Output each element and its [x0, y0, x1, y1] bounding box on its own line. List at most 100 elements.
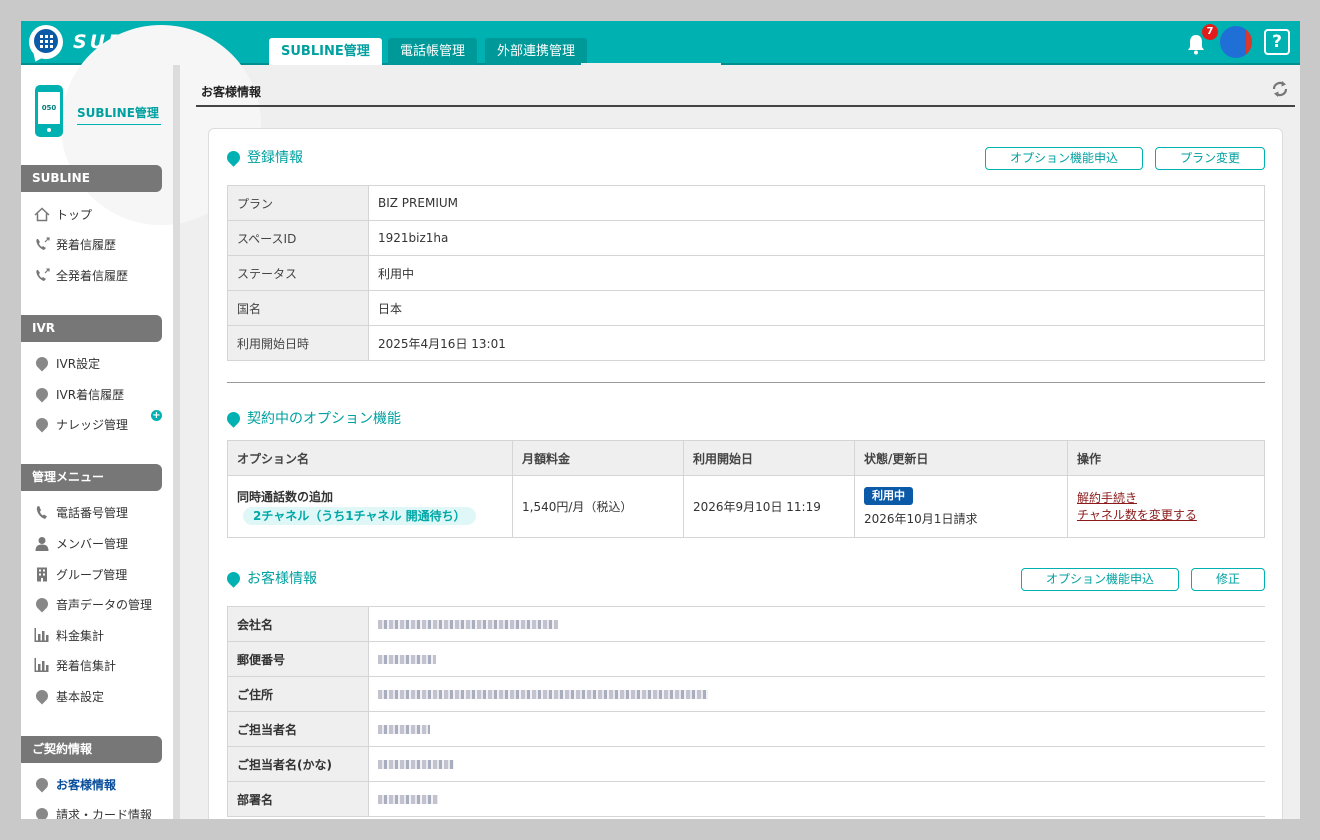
phone-icon — [33, 504, 50, 520]
table-row: ステータス 利用中 — [227, 255, 1265, 291]
person-icon — [33, 535, 50, 551]
plan-change-button[interactable]: プラン変更 — [1155, 147, 1265, 170]
sidebar-item-label: 請求・カード情報 — [56, 807, 153, 820]
option-name-cell: 同時通話数の追加 2チャネル（うち1チャネル 開通待ち） — [227, 475, 513, 538]
row-label: 郵便番号 — [227, 641, 369, 677]
speech-dot-icon — [224, 408, 243, 428]
row-label: ステータス — [227, 255, 369, 291]
table-row: 郵便番号 — [227, 641, 1265, 677]
sidebar-item-label: 電話番号管理 — [56, 505, 129, 520]
registration-section-title: 登録情報 — [224, 147, 303, 167]
column-header: オプション名 — [227, 440, 513, 476]
expand-plus-icon[interactable]: + — [151, 410, 162, 421]
sidebar-item-label: IVR着信履歴 — [56, 387, 125, 402]
redacted-text — [378, 690, 708, 699]
actions-cell: 解約手続き チャネル数を変更する — [1067, 475, 1265, 538]
pin-icon — [33, 354, 50, 372]
address-value — [368, 676, 1265, 712]
home-icon — [33, 206, 50, 222]
tab-subline-admin[interactable]: SUBLINE管理 — [269, 38, 382, 65]
column-header: 月額料金 — [512, 440, 684, 476]
help-icon[interactable]: ? — [1264, 29, 1290, 55]
registration-title-text: 登録情報 — [247, 150, 303, 166]
pin-icon — [33, 415, 50, 433]
sidebar-item-label: 全発着信履歴 — [56, 268, 129, 283]
sidebar-item-customer-info[interactable]: お客様情報 — [33, 774, 116, 794]
avatar[interactable] — [1220, 26, 1252, 58]
sidebar-section-ivr: IVR — [21, 315, 162, 342]
status-cell: 利用中 2026年10月1日請求 — [854, 475, 1068, 538]
table-row: ご担当者名(かな) — [227, 746, 1265, 782]
sidebar-item-phone-numbers[interactable]: 電話番号管理 — [33, 502, 128, 522]
row-label: ご担当者名(かな) — [227, 746, 369, 782]
sidebar-item-call-summary[interactable]: 発着信集計 — [33, 655, 116, 675]
table-header-row: オプション名 月額料金 利用開始日 状態/更新日 操作 — [227, 440, 1265, 476]
cancel-link[interactable]: 解約手続き — [1077, 490, 1255, 507]
sidebar-item-members[interactable]: メンバー管理 — [33, 533, 128, 553]
redacted-text — [378, 725, 430, 734]
sidebar-item-label: 基本設定 — [56, 689, 105, 704]
sidebar-item-billing-card[interactable]: 請求・カード情報 — [33, 804, 152, 819]
sidebar-title[interactable]: SUBLINE管理 — [77, 104, 161, 125]
plan-value: BIZ PREMIUM — [368, 185, 1265, 221]
redacted-text — [378, 620, 558, 629]
row-label: ご担当者名 — [227, 711, 369, 747]
customer-table: 会社名 郵便番号 ご住所 ご担当者名 ご担当者名(かな) 部署名 — [227, 606, 1265, 817]
monthly-fee: 1,540円/月（税込） — [512, 475, 684, 538]
phone-arrow-icon — [33, 236, 50, 252]
page-title: お客様情報 — [201, 85, 262, 99]
sidebar-item-label: 料金集計 — [56, 628, 105, 643]
contact-kana-value — [368, 746, 1265, 782]
customer-section-title: お客様情報 — [224, 568, 317, 588]
notification-badge: 7 — [1202, 24, 1218, 40]
change-channel-link[interactable]: チャネル数を変更する — [1077, 507, 1255, 524]
option-apply-button[interactable]: オプション機能申込 — [985, 147, 1143, 170]
sidebar-item-basic-settings[interactable]: 基本設定 — [33, 686, 104, 706]
redacted-text — [378, 795, 438, 804]
tab-phonebook[interactable]: 電話帳管理 — [388, 38, 478, 65]
space-id-value: 1921biz1ha — [368, 220, 1265, 256]
sidebar-item-audio-data[interactable]: 音声データの管理 — [33, 594, 152, 614]
column-header: 状態/更新日 — [854, 440, 1068, 476]
sidebar-item-groups[interactable]: グループ管理 — [33, 564, 127, 584]
contact-name-value — [368, 711, 1265, 747]
redacted-text — [378, 655, 436, 664]
update-date: 2026年10月1日請求 — [864, 511, 978, 526]
refresh-icon[interactable] — [1269, 78, 1291, 100]
customer-option-apply-button[interactable]: オプション機能申込 — [1021, 568, 1179, 591]
sidebar-item-label: ナレッジ管理 — [56, 417, 129, 432]
sidebar-scrollbar[interactable] — [173, 65, 180, 819]
sidebar-item-label: グループ管理 — [56, 567, 128, 582]
sidebar-item-billing-summary[interactable]: 料金集計 — [33, 625, 104, 645]
speech-dot-icon — [224, 568, 243, 588]
sidebar-section-subline: SUBLINE — [21, 165, 162, 192]
edit-button[interactable]: 修正 — [1191, 568, 1265, 591]
row-label: 会社名 — [227, 606, 369, 642]
phone-screen-label: 050 — [38, 92, 60, 124]
bar-chart-icon — [33, 657, 50, 673]
sidebar-item-top[interactable]: トップ — [33, 204, 92, 224]
bar-chart-icon — [33, 627, 50, 643]
sidebar-item-ivr-settings[interactable]: IVR設定 — [33, 353, 100, 373]
table-row: スペースID 1921biz1ha — [227, 220, 1265, 256]
status-value: 利用中 — [368, 255, 1265, 291]
sidebar-item-call-history[interactable]: 発着信履歴 — [33, 234, 116, 254]
speech-dot-icon — [224, 147, 243, 167]
sidebar-item-ivr-history[interactable]: IVR着信履歴 — [33, 384, 124, 404]
options-title-text: 契約中のオプション機能 — [247, 411, 401, 427]
sidebar-item-label: 発着信履歴 — [56, 237, 117, 252]
column-header: 利用開始日 — [683, 440, 855, 476]
sidebar-item-knowledge[interactable]: ナレッジ管理 — [33, 414, 128, 434]
logo-bubble-icon — [29, 25, 63, 65]
start-datetime-value: 2025年4月16日 13:01 — [368, 325, 1265, 361]
smartphone-icon: 050 — [35, 85, 63, 137]
tab-external-integration[interactable]: 外部連携管理 — [485, 38, 588, 65]
column-header: 操作 — [1067, 440, 1265, 476]
option-start-date: 2026年9月10日 11:19 — [683, 475, 855, 538]
pin-icon — [33, 595, 50, 613]
pin-icon — [33, 775, 50, 793]
option-name: 同時通話数の追加 — [237, 490, 334, 504]
options-section-title: 契約中のオプション機能 — [224, 408, 401, 428]
row-label: プラン — [227, 185, 369, 221]
sidebar-item-all-call-history[interactable]: 全発着信履歴 — [33, 265, 128, 285]
